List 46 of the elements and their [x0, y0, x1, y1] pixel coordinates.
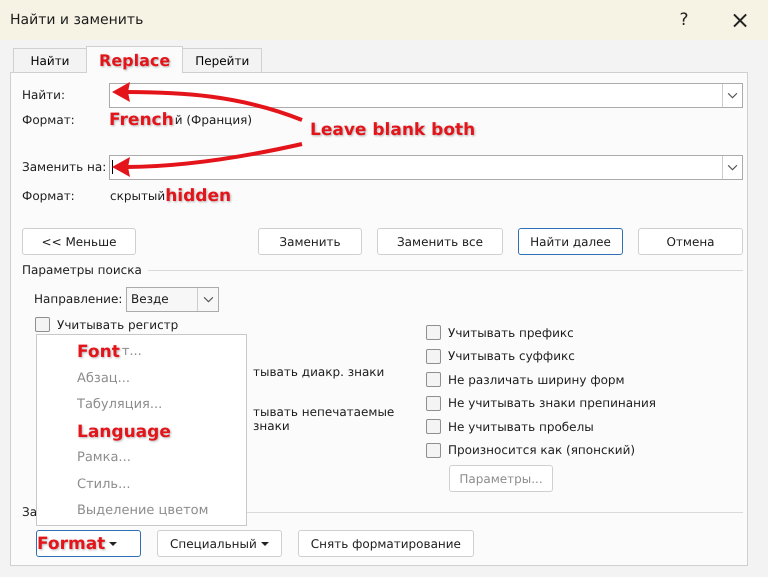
- tab[interactable]: Replace: [86, 46, 184, 73]
- checkbox[interactable]: [426, 442, 441, 458]
- close-button[interactable]: ×: [712, 0, 768, 40]
- checkbox[interactable]: [426, 325, 441, 340]
- checkbox[interactable]: [426, 348, 441, 364]
- checkbox-label: Не учитывать знаки препинания: [448, 396, 656, 410]
- checkbox-label: Не учитывать пробелы: [448, 420, 594, 434]
- dialog-button[interactable]: Заменить все: [377, 228, 503, 255]
- replace-field[interactable]: [109, 154, 743, 180]
- checkbox-label: Учитывать префикс: [448, 326, 574, 340]
- window-title: Найти и заменить: [10, 12, 144, 28]
- annotation-text: Leave blank both: [310, 120, 476, 140]
- checkbox-label: Произносится как (японский): [448, 443, 636, 458]
- checkbox-label: Учитывать регистр: [57, 318, 178, 332]
- checkbox[interactable]: [426, 372, 441, 388]
- tab[interactable]: Перейти: [182, 48, 262, 72]
- checkbox-label: тывать непечатаемые знаки: [253, 404, 396, 433]
- checkbox-label: тывать диакр. знаки: [253, 364, 384, 379]
- section-title: Параметры поиска: [22, 263, 142, 277]
- dialog-button[interactable]: Отмена: [638, 228, 743, 255]
- format-button[interactable]: Специальный: [157, 530, 282, 557]
- direction-label: Направление:: [34, 292, 124, 306]
- format-value: й (Франция): [174, 113, 252, 127]
- dialog-button[interactable]: Найти далее: [518, 228, 623, 255]
- format-value: скрытый: [110, 189, 166, 203]
- checkbox-label: Не различать ширину форм: [448, 372, 625, 387]
- checkbox[interactable]: [35, 317, 50, 332]
- dialog-button[interactable]: Заменить: [258, 228, 362, 255]
- chevron-down-icon: [202, 296, 214, 302]
- format-label: Формат:: [22, 113, 76, 127]
- section-title: За: [22, 505, 38, 519]
- find-field[interactable]: [109, 82, 743, 108]
- format-label: Формат:: [22, 189, 76, 203]
- checkbox-label: Учитывать суффикс: [448, 349, 575, 364]
- checkbox[interactable]: [426, 419, 441, 434]
- annotation-text: French: [109, 110, 174, 130]
- checkbox[interactable]: [426, 396, 441, 411]
- replace-label: Заменить на:: [22, 160, 108, 174]
- direction-dropdown[interactable]: Везде: [126, 286, 219, 312]
- format-button[interactable]: Format: [36, 530, 141, 557]
- find-label: Найти:: [22, 88, 66, 102]
- tab[interactable]: Найти: [13, 48, 87, 72]
- annotation-text: hidden: [165, 186, 232, 206]
- dialog-button[interactable]: << Меньше: [22, 228, 136, 255]
- help-button[interactable]: ?: [656, 0, 712, 40]
- format-button[interactable]: Снять форматирование: [298, 530, 474, 557]
